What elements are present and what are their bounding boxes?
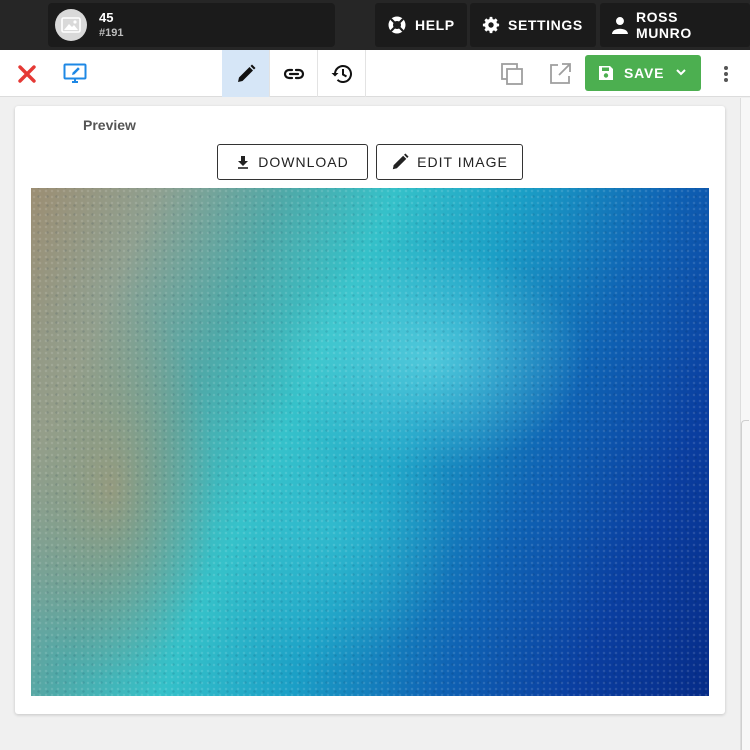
duplicate-button[interactable]	[488, 50, 536, 97]
record-title: 45	[99, 10, 114, 25]
edit-image-label: EDIT IMAGE	[417, 154, 508, 170]
pencil-icon	[237, 64, 255, 82]
help-button[interactable]: HELP	[375, 3, 467, 47]
preview-card: Preview DOWNLOAD EDIT IMAGE	[15, 106, 725, 714]
help-label: HELP	[415, 17, 455, 33]
scrollbar-thumb[interactable]	[741, 420, 749, 750]
edit-image-button[interactable]: EDIT IMAGE	[376, 144, 523, 180]
preview-mode-button[interactable]	[51, 50, 99, 97]
close-button[interactable]	[3, 50, 51, 97]
close-icon	[18, 64, 36, 83]
history-icon	[331, 64, 352, 83]
app-header: 45 #191 HELP SETTINGS ROSS MUNRO	[0, 0, 750, 50]
image-icon	[55, 9, 87, 41]
record-selector[interactable]: 45 #191	[48, 3, 335, 47]
link-icon	[283, 68, 304, 79]
tab-links[interactable]	[270, 50, 318, 97]
download-icon	[238, 156, 249, 169]
open-in-new-icon	[550, 62, 571, 84]
gear-icon	[482, 16, 500, 34]
settings-button[interactable]: SETTINGS	[470, 3, 596, 47]
user-icon	[612, 17, 628, 34]
record-id: #191	[99, 27, 124, 39]
more-options-button[interactable]	[702, 50, 750, 97]
monitor-edit-icon	[63, 63, 87, 83]
floppy-disk-icon	[599, 66, 613, 80]
download-label: DOWNLOAD	[258, 154, 349, 170]
user-menu-button[interactable]: ROSS MUNRO	[600, 3, 750, 47]
copy-icon	[501, 62, 523, 85]
image-texture	[31, 188, 709, 696]
preview-image	[31, 188, 709, 696]
settings-label: SETTINGS	[508, 17, 583, 33]
save-label: SAVE	[624, 65, 665, 81]
pencil-icon	[392, 153, 409, 170]
tab-history[interactable]	[318, 50, 366, 97]
tab-edit[interactable]	[222, 50, 270, 97]
user-name: ROSS MUNRO	[635, 9, 692, 41]
open-external-button[interactable]	[536, 50, 584, 97]
save-button[interactable]: SAVE	[585, 55, 701, 91]
editor-toolbar: SAVE	[0, 50, 750, 97]
download-button[interactable]: DOWNLOAD	[217, 144, 368, 180]
preview-label: Preview	[83, 117, 136, 133]
chevron-down-icon[interactable]	[675, 66, 687, 78]
lifebuoy-icon	[388, 16, 406, 34]
more-vertical-icon	[724, 65, 728, 82]
